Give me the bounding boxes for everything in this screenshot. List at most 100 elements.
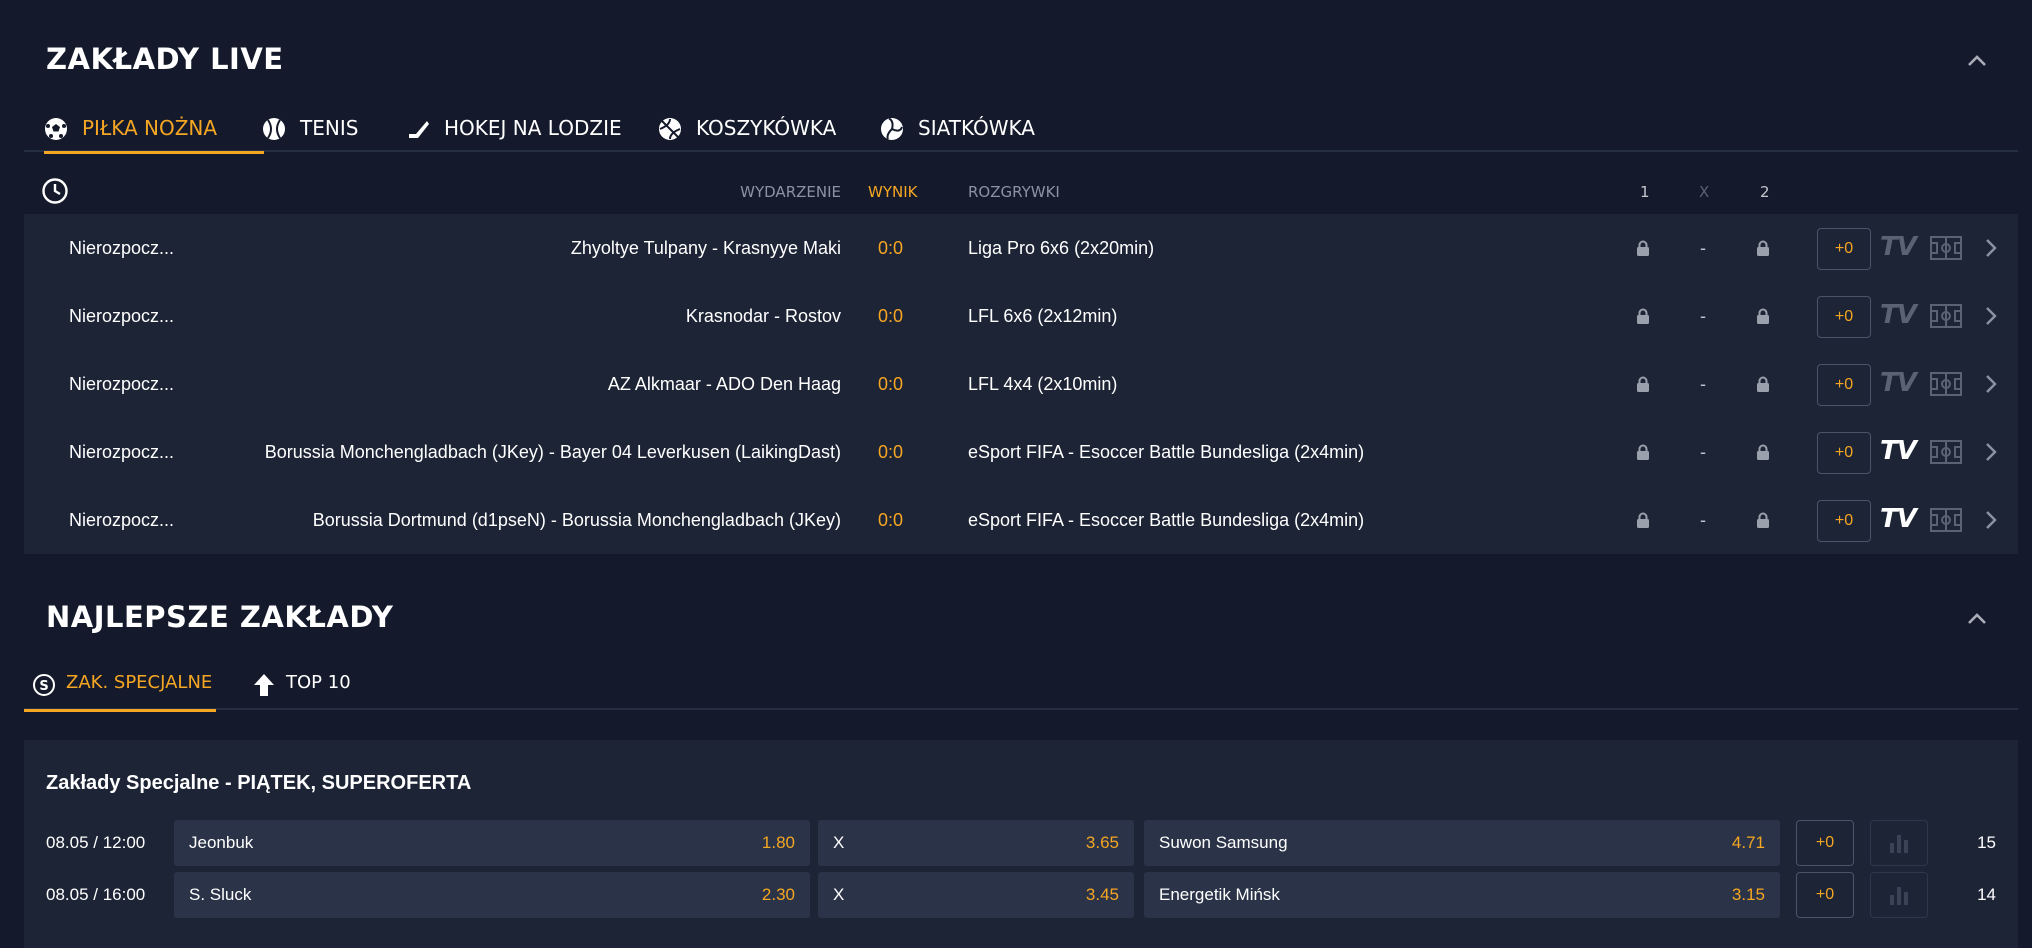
event-name[interactable]: Borussia Dortmund (d1pseN) - Borussia Mo… — [313, 486, 841, 554]
more-bets-button[interactable]: +0 — [1817, 296, 1871, 338]
lock-icon — [1757, 444, 1769, 460]
tv-stream-button[interactable]: TV — [1880, 504, 1917, 534]
match-score: 0:0 — [878, 441, 904, 462]
header-odd-2: 2 — [1760, 183, 1770, 201]
bets-count: 15 — [1977, 833, 1996, 852]
event-name[interactable]: AZ Alkmaar - ADO Den Haag — [608, 350, 841, 418]
more-bets-button[interactable]: +0 — [1796, 872, 1854, 918]
draw-odd: 3.45 — [1085, 885, 1119, 904]
best-bets-collapse-button[interactable] — [1966, 608, 1988, 630]
chevron-right-icon[interactable] — [1984, 372, 1998, 396]
event-name[interactable]: Zhyoltye Tulpany - Krasnyye Maki — [571, 214, 841, 282]
header-event: WYDARZENIE — [740, 183, 841, 201]
chevron-up-icon — [1968, 55, 1986, 66]
tab-siatkowka[interactable]: SIATKÓWKA — [880, 104, 1035, 152]
home-team: S. Sluck — [189, 885, 252, 904]
special-bets-card: Zakłady Specjalne - PIĄTEK, SUPEROFERTA … — [24, 740, 2018, 948]
table-row[interactable]: Nierozpocz... Krasnodar - Rostov 0:0 LFL… — [24, 282, 2018, 350]
bar-chart-icon — [1890, 887, 1908, 905]
header-score: WYNIK — [868, 183, 918, 201]
draw-odd-button[interactable]: X 3.45 — [818, 872, 1134, 918]
more-bets-button[interactable]: +0 — [1817, 432, 1871, 474]
header-odd-1: 1 — [1640, 183, 1650, 201]
match-field-icon[interactable] — [1930, 236, 1962, 260]
away-team: Energetik Mińsk — [1159, 885, 1280, 904]
home-odd: 2.30 — [761, 885, 795, 904]
away-odd-button[interactable]: Suwon Samsung 4.71 — [1144, 820, 1780, 866]
odd-x: - — [1700, 305, 1706, 326]
tab-koszykowka[interactable]: KOSZYKÓWKA — [658, 104, 836, 152]
tab-hokej-na-lodzie[interactable]: HOKEJ NA LODZIE — [406, 104, 622, 152]
clock-icon[interactable] — [41, 177, 69, 205]
tab-tenis[interactable]: TENIS — [262, 104, 358, 152]
event-name[interactable]: Krasnodar - Rostov — [686, 282, 841, 350]
basketball-icon — [659, 118, 681, 140]
lock-icon — [1637, 308, 1649, 324]
odd-x: - — [1700, 373, 1706, 394]
table-row[interactable]: Nierozpocz... Zhyoltye Tulpany - Krasnyy… — [24, 214, 2018, 282]
match-field-icon[interactable] — [1930, 508, 1962, 532]
odd-1-locked — [1636, 486, 1650, 554]
live-events-table: Nierozpocz... Zhyoltye Tulpany - Krasnyy… — [24, 214, 2018, 554]
home-team: Jeonbuk — [189, 833, 254, 852]
match-score: 0:0 — [878, 509, 904, 530]
table-row[interactable]: Nierozpocz... Borussia Dortmund (d1pseN)… — [24, 486, 2018, 554]
best-bets-tabs: S ZAK. SPECJALNE TOP 10 — [24, 662, 2018, 712]
home-odd-button[interactable]: Jeonbuk 1.80 — [174, 820, 810, 866]
match-score: 0:0 — [878, 305, 904, 326]
event-name[interactable]: Borussia Monchengladbach (JKey) - Bayer … — [265, 418, 841, 486]
chevron-right-icon[interactable] — [1984, 236, 1998, 260]
tv-stream-button[interactable]: TV — [1880, 436, 1917, 466]
away-odd: 3.15 — [1731, 885, 1765, 904]
live-collapse-button[interactable] — [1966, 50, 1988, 72]
more-bets-button[interactable]: +0 — [1817, 500, 1871, 542]
odd-x: - — [1700, 509, 1706, 530]
away-team: Suwon Samsung — [1159, 833, 1288, 852]
tab-label: HOKEJ NA LODZIE — [444, 116, 622, 140]
draw-odd: 3.65 — [1085, 833, 1119, 852]
tab-top-10[interactable]: TOP 10 — [252, 662, 351, 710]
live-table-header: WYDARZENIE WYNIK ROZGRYWKI 1 X 2 — [24, 168, 2018, 214]
match-status: Nierozpocz... — [69, 373, 175, 394]
lock-icon — [1637, 444, 1649, 460]
more-bets-button[interactable]: +0 — [1817, 228, 1871, 270]
tab-pilka-nozna[interactable]: PIŁKA NOŻNA — [44, 104, 264, 154]
draw-label: X — [833, 833, 845, 852]
lock-icon — [1757, 308, 1769, 324]
more-bets-button[interactable]: +0 — [1817, 364, 1871, 406]
bar-chart-icon — [1890, 835, 1908, 853]
lock-icon — [1757, 240, 1769, 256]
lock-icon — [1637, 512, 1649, 528]
special-s-icon: S — [33, 674, 55, 696]
table-row[interactable]: Nierozpocz... Borussia Monchengladbach (… — [24, 418, 2018, 486]
tv-stream-button[interactable]: TV — [1880, 368, 1917, 398]
match-date: 08.05 / 16:00 — [46, 885, 146, 904]
match-field-icon[interactable] — [1930, 304, 1962, 328]
home-odd-button[interactable]: S. Sluck 2.30 — [174, 872, 810, 918]
tv-stream-button[interactable]: TV — [1880, 232, 1917, 262]
match-field-icon[interactable] — [1930, 440, 1962, 464]
table-row[interactable]: Nierozpocz... AZ Alkmaar - ADO Den Haag … — [24, 350, 2018, 418]
hockey-stick-icon — [409, 121, 429, 138]
lock-icon — [1637, 376, 1649, 392]
stats-button[interactable] — [1870, 872, 1928, 918]
lock-icon — [1637, 240, 1649, 256]
tab-zak-specjalne[interactable]: S ZAK. SPECJALNE — [24, 662, 216, 712]
live-sport-tabs: PIŁKA NOŻNA TENIS HOKEJ NA LODZIE KOSZYK… — [24, 104, 2018, 154]
match-status: Nierozpocz... — [69, 305, 175, 326]
chevron-right-icon[interactable] — [1984, 440, 1998, 464]
more-bets-button[interactable]: +0 — [1796, 820, 1854, 866]
draw-odd-button[interactable]: X 3.65 — [818, 820, 1134, 866]
stats-button[interactable] — [1870, 820, 1928, 866]
best-bets-section-title: NAJLEPSZE ZAKŁADY — [46, 600, 394, 634]
card-title: Zakłady Specjalne - PIĄTEK, SUPEROFERTA — [46, 772, 472, 794]
away-odd-button[interactable]: Energetik Mińsk 3.15 — [1144, 872, 1780, 918]
arrow-up-icon — [254, 674, 274, 696]
tv-stream-button[interactable]: TV — [1880, 300, 1917, 330]
chevron-right-icon[interactable] — [1984, 304, 1998, 328]
odd-1-locked — [1636, 214, 1650, 282]
odd-2-locked — [1756, 282, 1770, 350]
chevron-right-icon[interactable] — [1984, 508, 1998, 532]
match-field-icon[interactable] — [1930, 372, 1962, 396]
away-odd: 4.71 — [1731, 833, 1765, 852]
